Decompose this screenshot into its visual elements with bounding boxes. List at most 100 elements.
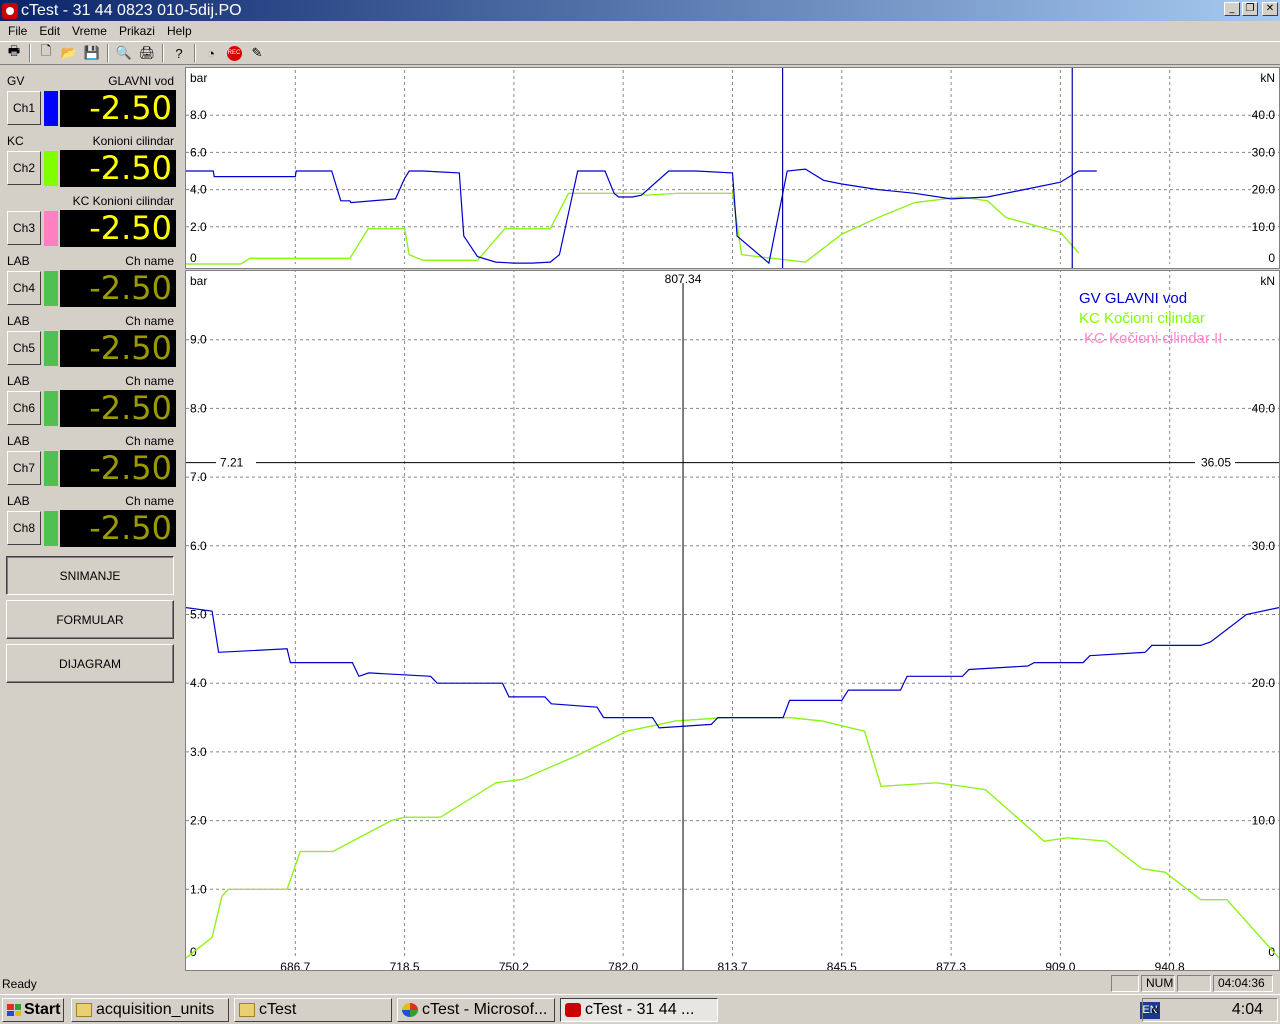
channel-color-swatch[interactable] [44, 511, 58, 546]
y-tick-label-left: 3.0 [190, 745, 207, 759]
channel-name: Ch name [125, 314, 174, 328]
save-icon[interactable]: 💾 [82, 43, 102, 63]
channel-color-swatch[interactable] [44, 151, 58, 186]
y-tick-label-left: 8.0 [190, 401, 207, 415]
snimanje-button[interactable]: SNIMANJE [6, 556, 174, 595]
channel-button[interactable]: Ch8 [7, 511, 41, 545]
print-icon[interactable]: 🖶 [4, 43, 24, 63]
detail-chart[interactable]: 686.7 718.5 750.2 782.0 813.7 845.5 877.3 909.0… [185, 263, 1280, 974]
rec-icon[interactable]: REC [224, 43, 244, 63]
x-tick-label: 718.5 [390, 960, 420, 970]
channel-button[interactable]: Ch3 [7, 211, 41, 245]
channel-3: KC Konioni cilindar Ch3 -2.50 [0, 187, 184, 247]
x-tick-label: 940.8 [1155, 960, 1185, 970]
x-tick-label: 120.0 [280, 266, 310, 268]
detail-chart-svg[interactable]: 686.7 718.5 750.2 782.0 813.7 845.5 877.3 909.0… [185, 263, 1280, 974]
y-tick-label-right: 40.0 [1252, 401, 1276, 415]
y-tick-label-left: 4.0 [190, 676, 207, 690]
task-label: cTest [259, 1001, 297, 1018]
channel-button[interactable]: Ch2 [7, 151, 41, 185]
task-label: acquisition_units [96, 1001, 215, 1018]
taskbar: Start acquisition_units cTest cTest - Mi… [0, 994, 1280, 1024]
y-tick-label-left: 2.0 [190, 814, 207, 828]
channel-1: GV GLAVNI vod Ch1 -2.50 [0, 67, 184, 127]
channel-value-display: -2.50 [60, 510, 176, 547]
print-preview-icon[interactable]: 🔍 [114, 43, 134, 63]
channel-code: KC [7, 134, 24, 148]
toolbar-separator [107, 44, 109, 62]
channel-value-display: -2.50 [60, 330, 176, 367]
menu-help[interactable]: Help [161, 24, 198, 38]
channel-button[interactable]: Ch7 [7, 451, 41, 485]
y-tick-label-left: 1.0 [190, 882, 207, 896]
formular-button[interactable]: FORMULAR [6, 600, 174, 639]
channel-5: LAB Ch name Ch5 -2.50 [0, 307, 184, 367]
channel-button[interactable]: Ch5 [7, 331, 41, 365]
channel-panel: GV GLAVNI vod Ch1 -2.50 KC Konioni cilin… [0, 67, 184, 971]
crosshair-y-right-value: 36.05 [1201, 456, 1231, 470]
channel-name: KC Konioni cilindar [72, 194, 174, 208]
series-line-3 [186, 192, 1080, 265]
channel-color-swatch[interactable] [44, 271, 58, 306]
y-tick-label-left: 4.0 [190, 183, 207, 197]
x-tick-label: 750.2 [499, 960, 529, 970]
x-tick-label: 960.0 [1045, 266, 1075, 268]
x-tick-label: 480.0 [608, 266, 638, 268]
tool-icon[interactable]: ✎ [247, 43, 267, 63]
minimize-icon[interactable]: _ [1224, 2, 1240, 16]
y-tick-label-right: 20.0 [1252, 676, 1276, 690]
series-line-1 [186, 168, 1097, 265]
y-tick-label-right: 40.0 [1252, 108, 1276, 122]
open-folder-icon[interactable]: 📂 [59, 43, 79, 63]
channel-code: LAB [7, 314, 30, 328]
overview-chart-svg[interactable]: 120.0 240.0 360.0 480.0 600.0 720.0 840.0 960.0… [186, 68, 1279, 280]
close-icon[interactable]: ✕ [1262, 2, 1278, 16]
windows-logo-icon [7, 1004, 21, 1016]
toolbar-separator [162, 44, 164, 62]
channel-color-swatch[interactable] [44, 91, 58, 126]
new-file-icon[interactable]: 🗋 [36, 43, 56, 63]
y-axis-label-right: kN [1260, 274, 1275, 288]
channel-color-swatch[interactable] [44, 211, 58, 246]
y-tick-label-left: 9.0 [190, 333, 207, 347]
channel-button[interactable]: Ch1 [7, 91, 41, 125]
taskbar-item-ctest-active[interactable]: cTest - 31 44 ... [560, 998, 718, 1022]
menu-prikazi[interactable]: Prikazi [113, 24, 161, 38]
x-tick-label: 600.0 [717, 266, 747, 268]
dijagram-button[interactable]: DIJAGRAM [6, 644, 174, 683]
start-button[interactable]: Start [2, 998, 64, 1022]
channel-color-swatch[interactable] [44, 391, 58, 426]
menu-vreme[interactable]: Vreme [66, 24, 113, 38]
channel-name: Ch name [125, 434, 174, 448]
msdev-icon [402, 1003, 418, 1017]
printer-icon[interactable]: 🖨 [137, 43, 157, 63]
help-icon[interactable]: ? [169, 43, 189, 63]
y-axis-label-left: bar [190, 71, 207, 85]
channel-color-swatch[interactable] [44, 331, 58, 366]
channel-value-display: -2.50 [60, 390, 176, 427]
menu-edit[interactable]: Edit [33, 24, 66, 38]
ctest-app-icon [565, 1003, 581, 1017]
x-tick-label: 877.3 [936, 960, 966, 970]
channel-value-display: -2.50 [60, 150, 176, 187]
channel-button[interactable]: Ch6 [7, 391, 41, 425]
x-tick-label: 720.0 [827, 266, 857, 268]
channel-name: Ch name [125, 494, 174, 508]
taskbar-item-ctest-folder[interactable]: cTest [234, 998, 392, 1022]
status-time: 04:04:36 [1213, 975, 1273, 992]
channel-color-swatch[interactable] [44, 451, 58, 486]
y-tick-label-right: 30.0 [1252, 145, 1276, 159]
channel-button[interactable]: Ch4 [7, 271, 41, 305]
y-tick-label-right: 20.0 [1252, 183, 1276, 197]
folder-icon [239, 1003, 255, 1017]
overview-chart[interactable]: 120.0 240.0 360.0 480.0 600.0 720.0 840.0 960.0… [185, 67, 1280, 280]
menu-file[interactable]: File [2, 24, 33, 38]
taskbar-item-ctest-microsoft[interactable]: cTest - Microsof... [397, 998, 555, 1022]
status-cell-empty [1111, 975, 1139, 992]
taskbar-item-acquisition-units[interactable]: acquisition_units [71, 998, 229, 1022]
channel-code: LAB [7, 374, 30, 388]
tray-expand-icon[interactable]: « [1151, 1001, 1159, 1018]
toolbar-separator [194, 44, 196, 62]
restore-icon[interactable]: ❐ [1242, 2, 1258, 16]
gauge-icon[interactable]: ◔ [201, 43, 221, 63]
